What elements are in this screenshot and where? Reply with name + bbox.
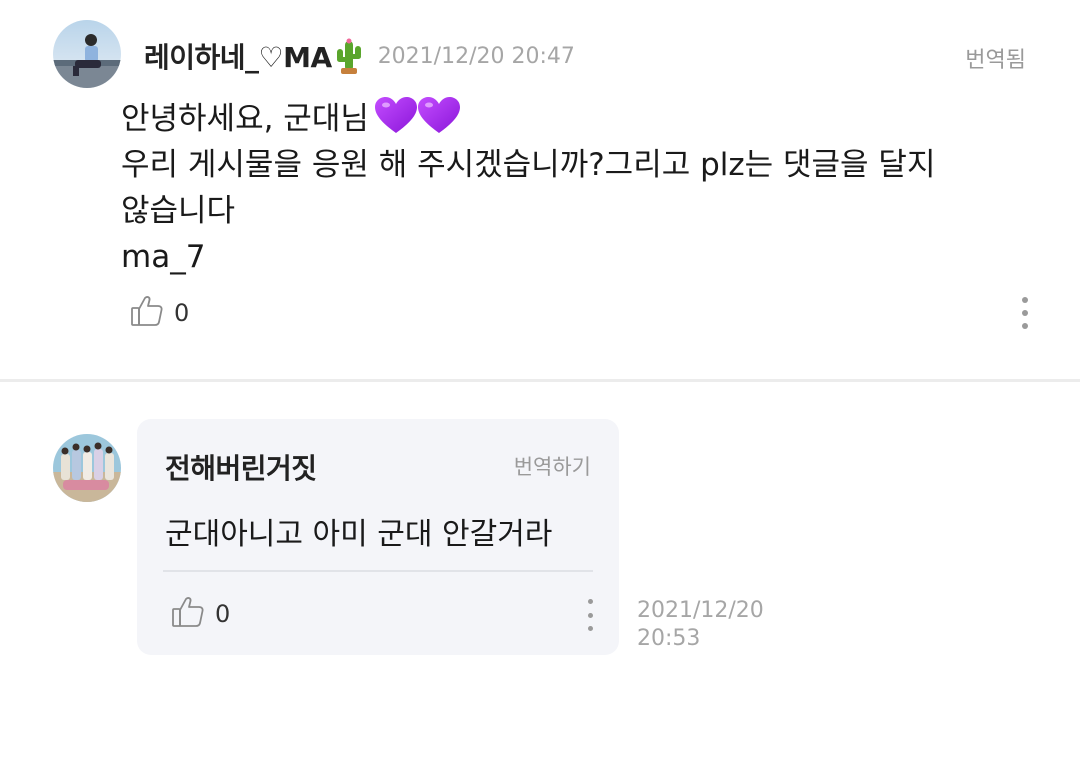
post: 레이하네_♡MA 2021/12/20 20:47 번역됨 안녕하세요, 군대님 (0, 0, 1080, 380)
post-timestamp: 2021/12/20 20:47 (377, 43, 575, 69)
post-author-avatar[interactable] (53, 20, 121, 88)
post-like-count: 0 (174, 299, 190, 327)
post-body-line: 않습니다 (121, 193, 236, 229)
purple-heart-emoji-icon (374, 97, 461, 135)
thumbs-up-icon[interactable] (171, 595, 205, 633)
cactus-emoji-icon (334, 37, 364, 75)
more-vertical-icon[interactable] (1019, 297, 1031, 329)
translate-button[interactable]: 번역하기 (514, 451, 591, 481)
post-body-text: 안녕하세요, 군대님 (121, 101, 369, 137)
comment-card: 전해버린거짓 번역하기 군대아니고 아미 군대 안갈거라 0 (137, 419, 619, 655)
comment-separator (163, 570, 593, 572)
post-author-name[interactable]: 레이하네_♡MA (144, 36, 332, 76)
post-header: 레이하네_♡MA 2021/12/20 20:47 (144, 34, 575, 78)
comment-like-count: 0 (215, 600, 231, 628)
comment-author-avatar[interactable] (53, 434, 121, 502)
post-body-line: 안녕하세요, 군대님 (121, 96, 1021, 142)
post-body-line: 우리 게시물을 응원 해 주시겠습니까?그리고 plz는 댓글을 달지 (121, 147, 936, 183)
comment-timestamp-date: 2021/12/20 (637, 598, 764, 623)
thumbs-up-icon[interactable] (130, 294, 164, 332)
more-vertical-icon[interactable] (585, 599, 595, 631)
comment-author-name[interactable]: 전해버린거짓 (165, 447, 317, 487)
comment-timestamp-time: 20:53 (637, 626, 701, 651)
divider (0, 379, 1080, 382)
comment-thread: 레이하네_♡MA 2021/12/20 20:47 번역됨 안녕하세요, 군대님 (0, 0, 1080, 769)
comment-timestamp: 2021/12/20 20:53 (637, 597, 764, 653)
post-body-line: ma_7 (121, 239, 206, 275)
post-actions: 0 (130, 294, 189, 332)
comment-actions: 0 (171, 595, 230, 633)
post-body: 안녕하세요, 군대님 우리 게시물을 응원 해 주시겠습니까?그리고 plz는 … (121, 96, 1021, 280)
comment-text: 군대아니고 아미 군대 안갈거라 (165, 517, 553, 552)
translated-badge: 번역됨 (965, 48, 1026, 73)
